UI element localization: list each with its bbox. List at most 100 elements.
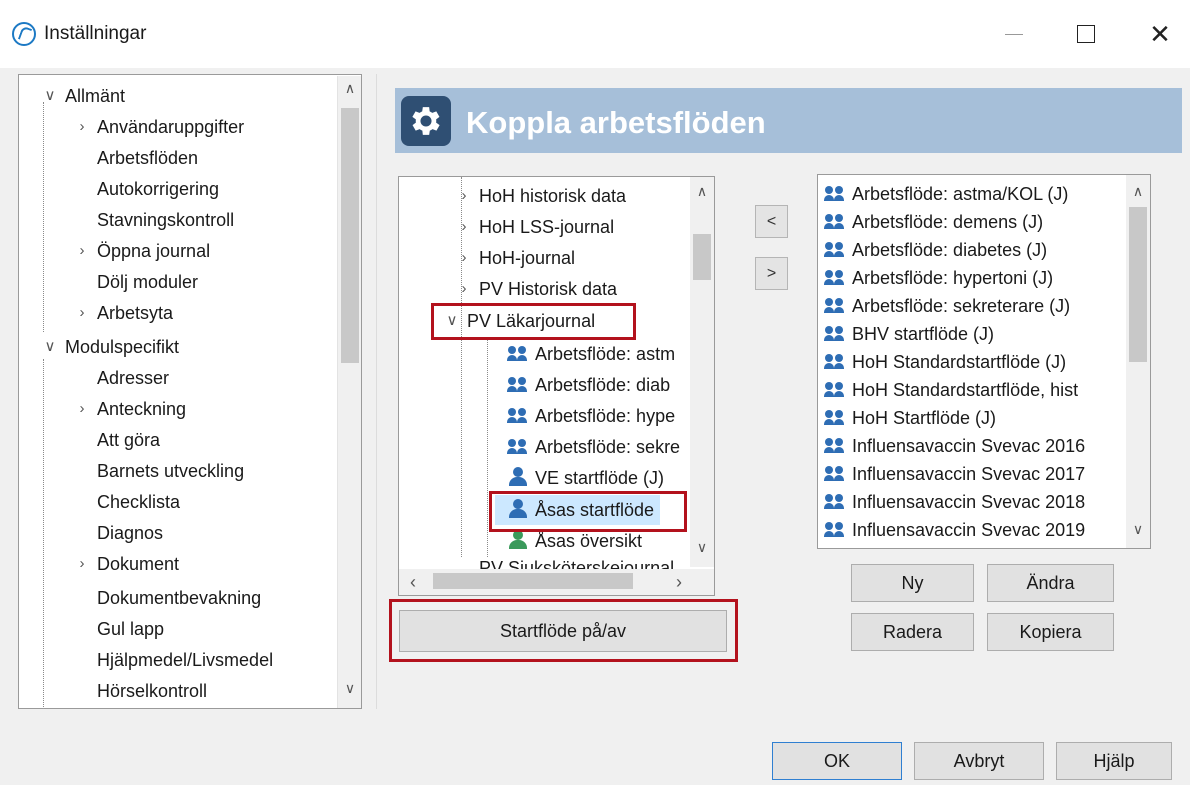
- workflow-list[interactable]: Arbetsflöde: astma/KOL (J) Arbetsflöde: …: [817, 174, 1151, 549]
- new-button[interactable]: Ny: [851, 564, 974, 602]
- tree-item-label: Åsas översikt: [535, 531, 643, 551]
- wf-tree-item-pv-sjukskoterska[interactable]: PV Sjuksköterskejournal: [479, 555, 674, 569]
- copy-button[interactable]: Kopiera: [987, 613, 1114, 651]
- tree-item-dokument[interactable]: › Dokument: [80, 549, 180, 579]
- workflow-tree-vscrollbar[interactable]: ∧ ∨: [690, 177, 714, 567]
- scrollbar-thumb[interactable]: [1129, 207, 1147, 362]
- tree-item-oppna-journal[interactable]: › Öppna journal: [80, 236, 211, 266]
- workflow-tree[interactable]: › HoH historisk data › HoH LSS-journal › Ho…: [398, 176, 715, 596]
- close-button[interactable]: ✕: [1140, 18, 1180, 50]
- group-icon: [824, 494, 846, 510]
- scroll-right-icon[interactable]: ›: [667, 572, 691, 593]
- group-icon: [824, 270, 846, 286]
- wf-tree-item-hype[interactable]: Arbetsflöde: hype: [507, 401, 675, 431]
- help-button[interactable]: Hjälp: [1056, 742, 1172, 780]
- scroll-up-icon[interactable]: ∧: [338, 80, 361, 97]
- tree-item-label: Arbetsflöde: sekre: [535, 437, 681, 457]
- delete-button[interactable]: Radera: [851, 613, 974, 651]
- group-icon: [507, 439, 529, 455]
- scroll-down-icon[interactable]: ∨: [1126, 521, 1150, 538]
- tree-item-anteckning[interactable]: › Anteckning: [80, 394, 187, 424]
- tree-item-autokorrigering[interactable]: Autokorrigering: [97, 174, 219, 204]
- edit-button[interactable]: Ändra: [987, 564, 1114, 602]
- move-right-button[interactable]: >: [755, 257, 788, 290]
- scrollbar-thumb[interactable]: [341, 108, 359, 363]
- list-item[interactable]: Arbetsflöde: astma/KOL (J): [824, 179, 1068, 209]
- wf-tree-item-hoh-historisk[interactable]: › HoH historisk data: [462, 181, 627, 211]
- chevron-right-icon: ›: [461, 249, 467, 266]
- tree-item-horselkontroll[interactable]: Hörselkontroll: [97, 676, 207, 706]
- wf-tree-item-sekre[interactable]: Arbetsflöde: sekre: [507, 432, 680, 462]
- user-green-icon: [507, 530, 529, 550]
- wf-tree-item-hoh-journal[interactable]: › HoH-journal: [462, 243, 576, 273]
- wf-tree-item-astma[interactable]: Arbetsflöde: astm: [507, 339, 675, 369]
- tree-item-modulspecifikt[interactable]: ∨ Modulspecifikt: [45, 332, 180, 362]
- tree-item-label: Dokumentbevakning: [97, 588, 262, 608]
- tree-item-label: Öppna journal: [97, 241, 211, 261]
- group-icon: [824, 214, 846, 230]
- chevron-right-icon: ›: [79, 304, 85, 321]
- ok-button[interactable]: OK: [772, 742, 902, 780]
- chevron-down-icon: ∨: [44, 87, 56, 104]
- chevron-right-icon: ›: [79, 400, 85, 417]
- scroll-down-icon[interactable]: ∨: [338, 680, 361, 697]
- highlight-pv-lakarjournal: [431, 303, 636, 340]
- wf-tree-item-pv-historisk[interactable]: › PV Historisk data: [462, 274, 618, 304]
- settings-tree-scrollbar[interactable]: ∧ ∨: [337, 76, 361, 708]
- list-item[interactable]: Influensavaccin Svevac 2018: [824, 487, 1085, 517]
- page-title: Koppla arbetsflöden: [466, 105, 766, 140]
- list-item[interactable]: Arbetsflöde: hypertoni (J): [824, 263, 1053, 293]
- workflow-list-scrollbar[interactable]: ∧ ∨: [1126, 175, 1150, 548]
- tree-item-allmant[interactable]: ∨ Allmänt: [45, 81, 126, 111]
- tree-item-dolj-moduler[interactable]: Dölj moduler: [97, 267, 198, 297]
- scroll-down-icon[interactable]: ∨: [690, 539, 714, 556]
- cancel-button[interactable]: Avbryt: [914, 742, 1044, 780]
- list-item-label: HoH Startflöde (J): [852, 408, 997, 428]
- scrollbar-thumb[interactable]: [433, 573, 633, 589]
- list-item[interactable]: HoH Standardstartflöde (J): [824, 347, 1066, 377]
- tree-item-label: Allmänt: [65, 86, 126, 106]
- wf-tree-item-hoh-lss[interactable]: › HoH LSS-journal: [462, 212, 615, 242]
- tree-item-gul-lapp[interactable]: Gul lapp: [97, 614, 164, 644]
- settings-tree[interactable]: ∨ Allmänt › Användaruppgifter Arbetsflöden…: [18, 74, 362, 709]
- tree-item-label: Dölj moduler: [97, 272, 199, 292]
- scroll-up-icon[interactable]: ∧: [690, 183, 714, 200]
- minimize-button[interactable]: [994, 18, 1034, 50]
- tree-item-label: Arbetsflöde: hype: [535, 406, 676, 426]
- tree-item-arbetsyta[interactable]: › Arbetsyta: [80, 298, 174, 328]
- move-left-button[interactable]: <: [755, 205, 788, 238]
- tree-item-adresser[interactable]: Adresser: [97, 363, 169, 393]
- tree-item-dokumentbevakning[interactable]: Dokumentbevakning: [97, 583, 261, 613]
- list-item[interactable]: Influensavaccin Svevac 2016: [824, 431, 1085, 461]
- tree-item-arbetsfloden[interactable]: Arbetsflöden: [97, 143, 198, 173]
- wf-tree-item-diab[interactable]: Arbetsflöde: diab: [507, 370, 670, 400]
- list-item[interactable]: Influensavaccin Svevac 2019: [824, 515, 1085, 545]
- workflow-tree-hscrollbar[interactable]: ‹ ›: [399, 569, 714, 595]
- tree-item-barnets-utveckling[interactable]: Barnets utveckling: [97, 456, 244, 486]
- list-item-label: Influensavaccin Svevac 2016: [852, 436, 1086, 456]
- tree-item-anvandaruppgifter[interactable]: › Användaruppgifter: [80, 112, 245, 142]
- gear-icon: [401, 96, 451, 146]
- cancel-button-label: Avbryt: [953, 750, 1005, 771]
- list-item[interactable]: Influensavaccin Svevac 2017: [824, 459, 1085, 489]
- tree-item-label: HoH-journal: [479, 248, 576, 268]
- list-item[interactable]: Arbetsflöde: diabetes (J): [824, 235, 1047, 265]
- list-item[interactable]: BHV startflöde (J): [824, 319, 994, 349]
- tree-item-hjalpmedel[interactable]: Hjälpmedel/Livsmedel: [97, 645, 273, 675]
- list-item[interactable]: Arbetsflöde: demens (J): [824, 207, 1043, 237]
- start-toggle-button[interactable]: Startflöde på/av: [399, 610, 727, 652]
- tree-item-att-gora[interactable]: Att göra: [97, 425, 160, 455]
- maximize-button[interactable]: [1066, 18, 1106, 50]
- scrollbar-thumb[interactable]: [693, 234, 711, 280]
- scroll-left-icon[interactable]: ‹: [401, 572, 425, 593]
- wf-tree-item-ve-startflode[interactable]: VE startflöde (J): [507, 463, 664, 493]
- tree-item-stavningskontroll[interactable]: Stavningskontroll: [97, 205, 234, 235]
- delete-button-label: Radera: [882, 621, 943, 642]
- list-item[interactable]: Arbetsflöde: sekreterare (J): [824, 291, 1070, 321]
- scroll-up-icon[interactable]: ∧: [1126, 183, 1150, 200]
- tree-item-diagnos[interactable]: Diagnos: [97, 518, 163, 548]
- app-logo-icon: [12, 22, 36, 46]
- tree-item-checklista[interactable]: Checklista: [97, 487, 180, 517]
- list-item[interactable]: HoH Standardstartflöde, hist: [824, 375, 1078, 405]
- list-item[interactable]: HoH Startflöde (J): [824, 403, 996, 433]
